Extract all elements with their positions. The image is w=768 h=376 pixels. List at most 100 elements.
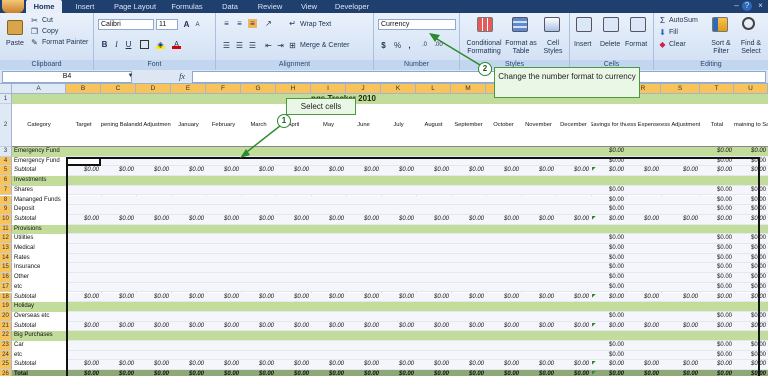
insert-cells-icon[interactable] xyxy=(576,17,592,32)
row-header-24[interactable]: 24 xyxy=(0,350,12,361)
align-left-icon[interactable]: ☰ xyxy=(222,41,231,50)
fx-icon[interactable]: fx xyxy=(176,72,188,81)
category-cell[interactable]: Insurance xyxy=(12,263,66,274)
category-cell[interactable]: Shares xyxy=(12,185,66,196)
category-cell[interactable]: etc xyxy=(12,282,66,293)
tab-home[interactable]: Home xyxy=(26,0,62,13)
column-header-E[interactable]: E xyxy=(171,84,206,94)
window-close-icon[interactable]: × xyxy=(755,1,766,11)
category-cell[interactable]: etc xyxy=(12,350,66,361)
italic-icon[interactable]: I xyxy=(112,40,121,49)
category-cell[interactable]: Investments xyxy=(12,176,66,186)
category-cell[interactable]: Holiday xyxy=(12,302,66,312)
underline-icon[interactable]: U xyxy=(124,40,133,49)
currency-cell[interactable]: $0.00 xyxy=(734,147,768,157)
align-middle-icon[interactable]: ≡ xyxy=(235,19,244,28)
number-format-select[interactable]: Currency xyxy=(378,19,456,30)
clear-button[interactable]: Clear xyxy=(669,40,686,49)
sort-filter-button[interactable]: Sort & Filter xyxy=(706,40,736,56)
format-painter-button[interactable]: Format Painter xyxy=(42,38,88,47)
tab-insert[interactable]: Insert xyxy=(62,0,108,13)
format-cells-button[interactable]: Format xyxy=(625,40,647,49)
column-header-F[interactable]: F xyxy=(206,84,241,94)
category-cell[interactable]: Emergency Fund xyxy=(12,147,66,157)
category-cell[interactable]: Deposit xyxy=(12,205,66,215)
paste-button[interactable]: Paste xyxy=(6,39,24,48)
row-header-22[interactable]: 22 xyxy=(0,331,12,341)
decrease-indent-icon[interactable]: ⇤ xyxy=(264,41,273,50)
increase-indent-icon[interactable]: ⇥ xyxy=(276,41,285,50)
row-header-8[interactable]: 8 xyxy=(0,195,12,206)
category-cell[interactable]: Emergency Fund xyxy=(12,156,66,167)
ribbon-minimize-icon[interactable]: – xyxy=(731,1,742,11)
column-header-H[interactable]: H xyxy=(276,84,311,94)
grow-font-icon[interactable]: A xyxy=(182,20,191,29)
conditional-formatting-button[interactable]: Conditional Formatting xyxy=(462,40,506,56)
wrap-text-icon[interactable]: ↵ xyxy=(288,19,297,28)
name-box-dropdown-icon[interactable]: ▼ xyxy=(126,72,135,81)
row-header-21[interactable]: 21 xyxy=(0,321,12,332)
row-header-5[interactable]: 5 xyxy=(0,166,12,177)
decrease-decimal-icon[interactable]: .00 xyxy=(434,41,443,50)
row-header-17[interactable]: 17 xyxy=(0,282,12,293)
category-cell[interactable]: Subtotal xyxy=(12,292,66,303)
fill-color-icon[interactable]: ◈ xyxy=(156,40,165,49)
row-header-6[interactable]: 6 xyxy=(0,176,12,186)
find-select-button[interactable]: Find & Select xyxy=(736,40,766,56)
category-cell[interactable]: Big Purchases xyxy=(12,331,66,341)
tab-data[interactable]: Data xyxy=(212,0,248,13)
row-header-18[interactable]: 18 xyxy=(0,292,12,303)
clear-icon[interactable]: ◆ xyxy=(658,40,667,49)
tab-page-layout[interactable]: Page Layout xyxy=(108,0,162,13)
worksheet-grid[interactable]: ABCDEFGHIJKLMNOPQRSTUngs Tracker 201012C… xyxy=(0,84,768,376)
category-cell[interactable]: Subtotal xyxy=(12,166,66,177)
dollar-sign-icon[interactable]: $ xyxy=(379,41,388,50)
align-center-icon[interactable]: ☰ xyxy=(235,41,244,50)
category-cell[interactable]: Subtotal xyxy=(12,214,66,225)
category-cell[interactable]: Rates xyxy=(12,253,66,264)
autosum-button[interactable]: AutoSum xyxy=(669,16,698,25)
format-painter-icon[interactable]: ✎ xyxy=(30,38,39,47)
column-header-A[interactable]: A xyxy=(12,84,66,94)
category-cell[interactable]: Car xyxy=(12,341,66,351)
column-header-D[interactable]: D xyxy=(136,84,171,94)
shrink-font-icon[interactable]: A xyxy=(193,21,202,30)
percent-icon[interactable]: % xyxy=(393,41,402,50)
column-header-G[interactable]: G xyxy=(241,84,276,94)
conditional-formatting-icon[interactable] xyxy=(477,17,493,32)
autosum-icon[interactable]: Σ xyxy=(658,16,667,25)
currency-cell[interactable]: $0.00 xyxy=(700,147,734,157)
row-header-9[interactable]: 9 xyxy=(0,205,12,215)
comma-style-icon[interactable]: , xyxy=(405,41,414,50)
row-header-15[interactable]: 15 xyxy=(0,263,12,274)
merge-center-button[interactable]: Merge & Center xyxy=(300,41,349,50)
row-header-20[interactable]: 20 xyxy=(0,311,12,322)
cut-button[interactable]: Cut xyxy=(42,16,53,25)
category-cell[interactable]: Subtotal xyxy=(12,321,66,332)
office-button[interactable] xyxy=(2,0,24,13)
column-header-I[interactable]: I xyxy=(311,84,346,94)
cut-icon[interactable]: ✂ xyxy=(30,16,39,25)
row-header-14[interactable]: 14 xyxy=(0,253,12,264)
column-header-T[interactable]: T xyxy=(700,84,734,94)
name-box[interactable]: B4 xyxy=(2,71,132,83)
sort-filter-icon[interactable] xyxy=(712,17,728,32)
align-bottom-icon[interactable]: ≡ xyxy=(248,19,257,28)
category-cell[interactable]: Utilities xyxy=(12,234,66,244)
find-select-icon[interactable] xyxy=(742,17,755,30)
format-cells-icon[interactable] xyxy=(630,17,646,32)
delete-cells-button[interactable]: Delete xyxy=(600,40,620,49)
category-cell[interactable]: Provisions xyxy=(12,224,66,235)
copy-icon[interactable]: ❐ xyxy=(30,27,39,36)
font-size-select[interactable]: 11 xyxy=(156,19,178,30)
tab-formulas[interactable]: Formulas xyxy=(162,0,212,13)
align-right-icon[interactable]: ☰ xyxy=(248,41,257,50)
paste-icon[interactable] xyxy=(7,20,23,35)
column-header-C[interactable]: C xyxy=(101,84,136,94)
tab-developer[interactable]: Developer xyxy=(326,0,378,13)
format-as-table-icon[interactable] xyxy=(512,17,528,32)
fill-button[interactable]: Fill xyxy=(669,28,678,37)
category-cell[interactable]: Subtotal xyxy=(12,360,66,371)
tab-review[interactable]: Review xyxy=(248,0,292,13)
row-header-11[interactable]: 11 xyxy=(0,224,12,235)
